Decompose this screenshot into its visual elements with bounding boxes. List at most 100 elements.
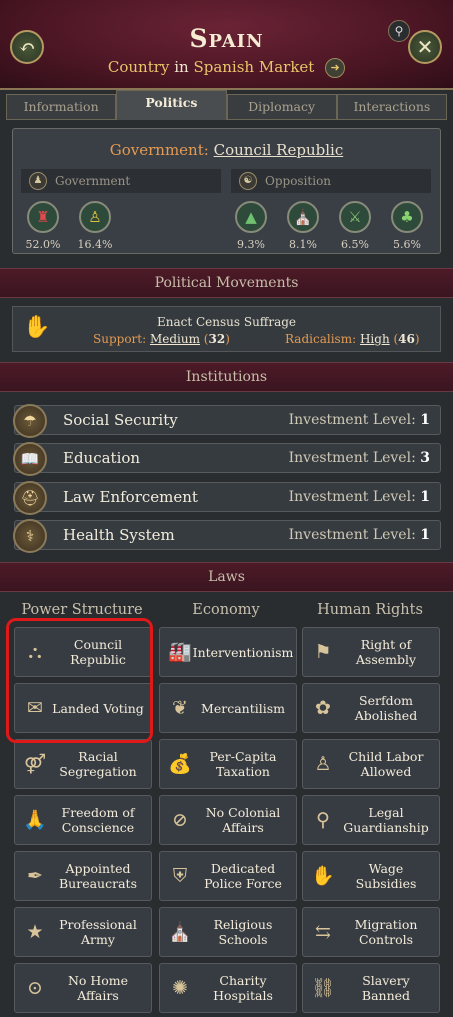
landowners-icon[interactable]: ♜ <box>27 201 59 233</box>
radicalism-label: Radicalism: <box>285 332 357 346</box>
law-tile[interactable]: ✿ Serfdom Abolished <box>302 683 440 733</box>
law-tile[interactable]: ✋ Wage Subsidies <box>302 851 440 901</box>
law-tile[interactable]: ⚤ Racial Segregation <box>14 739 152 789</box>
intelligentsia-icon[interactable]: ♣ <box>391 201 423 233</box>
tab-interactions[interactable]: Interactions <box>336 94 447 120</box>
law-tile[interactable]: ⇆ Migration Controls <box>302 907 440 957</box>
armed-forces-icon[interactable]: ▲ <box>235 201 267 233</box>
column-human-rights: Human Rights <box>317 602 423 618</box>
law-name: Interventionism <box>192 644 294 660</box>
tab-bar: Information Politics Diplomacy Interacti… <box>6 90 447 120</box>
law-name: Legal Guardianship <box>343 805 429 835</box>
law-tile[interactable]: ⊙ No Home Affairs <box>14 963 152 1013</box>
subtitle-in: in <box>174 58 189 76</box>
law-name: Wage Subsidies <box>355 861 417 891</box>
law-name: Right of Assembly <box>355 637 417 667</box>
government-box: Government: Council Republic ♟ Governmen… <box>12 128 441 254</box>
law-tile[interactable]: ⛨ Dedicated Police Force <box>159 851 297 901</box>
ig-percent: 8.1% <box>289 238 317 251</box>
ig-percent: 16.4% <box>77 238 113 251</box>
opposition-label-text: Opposition <box>265 174 332 188</box>
support-value: Medium <box>149 332 200 346</box>
quill-icon: ✒ <box>27 865 43 887</box>
institution-row[interactable]: ☂ Social Security Investment Level: 1 <box>13 404 441 438</box>
government-title: Government: Council Republic <box>13 141 440 159</box>
child-icon: ♙ <box>314 753 332 775</box>
law-name: Appointed Bureaucrats <box>59 861 137 891</box>
law-tile[interactable]: ⛓ Slavery Banned <box>302 963 440 1013</box>
column-economy: Economy <box>192 602 260 618</box>
police-helmet-icon: ⛑ <box>13 481 47 515</box>
chain-icon: ⛓ <box>310 977 336 999</box>
law-tile[interactable]: 🏭 Interventionism <box>159 627 297 677</box>
level-value: 1 <box>420 412 430 428</box>
institution-row[interactable]: ⚕ Health System Investment Level: 1 <box>13 519 441 553</box>
tab-information[interactable]: Information <box>6 94 117 120</box>
law-tile[interactable]: ⚲ Legal Guardianship <box>302 795 440 845</box>
sunburst-icon: ✺ <box>172 977 188 999</box>
law-tile[interactable]: 🙏 Freedom of Conscience <box>14 795 152 845</box>
market-link[interactable]: Spanish Market <box>193 58 314 76</box>
support-label: Support: <box>93 332 147 346</box>
institution-row[interactable]: ⛑ Law Enforcement Investment Level: 1 <box>13 481 441 515</box>
political-movement-row[interactable]: ✋ Enact Census Suffrage Support: Medium … <box>12 306 441 352</box>
clergy-icon[interactable]: ⛪ <box>287 201 319 233</box>
migration-icon: ⇆ <box>315 921 331 943</box>
law-tile[interactable]: ❦ Mercantilism <box>159 683 297 733</box>
level-label: Investment Level: <box>288 412 416 428</box>
government-type-link[interactable]: Council Republic <box>214 141 344 159</box>
institution-name: Social Security <box>63 411 178 429</box>
government-icon: ♟ <box>29 172 47 190</box>
law-name: Per-Capita Taxation <box>209 749 277 779</box>
ig-percent: 9.3% <box>237 238 265 251</box>
law-name: Child Labor Allowed <box>348 749 424 779</box>
law-tile[interactable]: ✒ Appointed Bureaucrats <box>14 851 152 901</box>
law-tile[interactable]: ⛪ Religious Schools <box>159 907 297 957</box>
play-arrow-icon[interactable]: ➜ <box>325 58 346 78</box>
police-icon: ⛨ <box>172 865 188 887</box>
institution-name: Health System <box>63 526 175 544</box>
law-tile[interactable]: ♙ Child Labor Allowed <box>302 739 440 789</box>
law-tile[interactable]: ★ Professional Army <box>14 907 152 957</box>
level-label: Investment Level: <box>288 489 416 505</box>
petite-bourgeoisie-icon[interactable]: ♙ <box>79 201 111 233</box>
level-value: 1 <box>420 489 430 505</box>
tab-politics[interactable]: Politics <box>116 90 227 120</box>
caduceus-icon: ⚕ <box>13 519 47 553</box>
column-power-structure: Power Structure <box>21 602 143 618</box>
law-name: No Colonial Affairs <box>205 805 281 835</box>
money-bag-icon: 💰 <box>168 753 192 775</box>
praying-hands-icon: 🙏 <box>23 809 47 831</box>
ig-percent: 6.5% <box>341 238 369 251</box>
institution-level: Investment Level: 1 <box>289 527 430 543</box>
level-label: Investment Level: <box>288 527 416 543</box>
support-num: 32 <box>208 332 226 346</box>
rural-folk-icon[interactable]: ⚔ <box>339 201 371 233</box>
law-tile[interactable]: ✺ Charity Hospitals <box>159 963 297 1013</box>
law-name: Racial Segregation <box>59 749 137 779</box>
law-name: Migration Controls <box>354 917 418 947</box>
soldier-icon: ★ <box>26 921 44 943</box>
law-name: No Home Affairs <box>67 973 129 1003</box>
annotation-highlight <box>6 618 153 743</box>
tab-diplomacy[interactable]: Diplomacy <box>226 94 337 120</box>
radicalism-value: High <box>359 332 390 346</box>
no-colony-icon: ⊘ <box>172 809 188 831</box>
section-laws: Laws <box>0 562 453 592</box>
movement-title: Enact Census Suffrage <box>13 315 440 329</box>
institution-row[interactable]: 📖 Education Investment Level: 3 <box>13 442 441 476</box>
country-type: Country <box>107 58 170 76</box>
law-tile[interactable]: 💰 Per-Capita Taxation <box>159 739 297 789</box>
opposition-label: ☯ Opposition <box>231 169 431 193</box>
level-value: 3 <box>420 450 430 466</box>
law-name: Freedom of Conscience <box>61 805 135 835</box>
country-panel: ↶ ⚲ ✕ Spain Country in Spanish Market ➜ … <box>0 0 453 1017</box>
government-prefix: Government: <box>109 141 209 159</box>
church-school-icon: ⛪ <box>168 921 192 943</box>
law-tile[interactable]: ⊘ No Colonial Affairs <box>159 795 297 845</box>
government-label: ♟ Government <box>21 169 221 193</box>
country-subtitle: Country in Spanish Market ➜ <box>0 58 453 78</box>
institution-level: Investment Level: 3 <box>289 450 430 466</box>
law-tile[interactable]: ⚑ Right of Assembly <box>302 627 440 677</box>
law-name: Mercantilism <box>201 700 285 716</box>
